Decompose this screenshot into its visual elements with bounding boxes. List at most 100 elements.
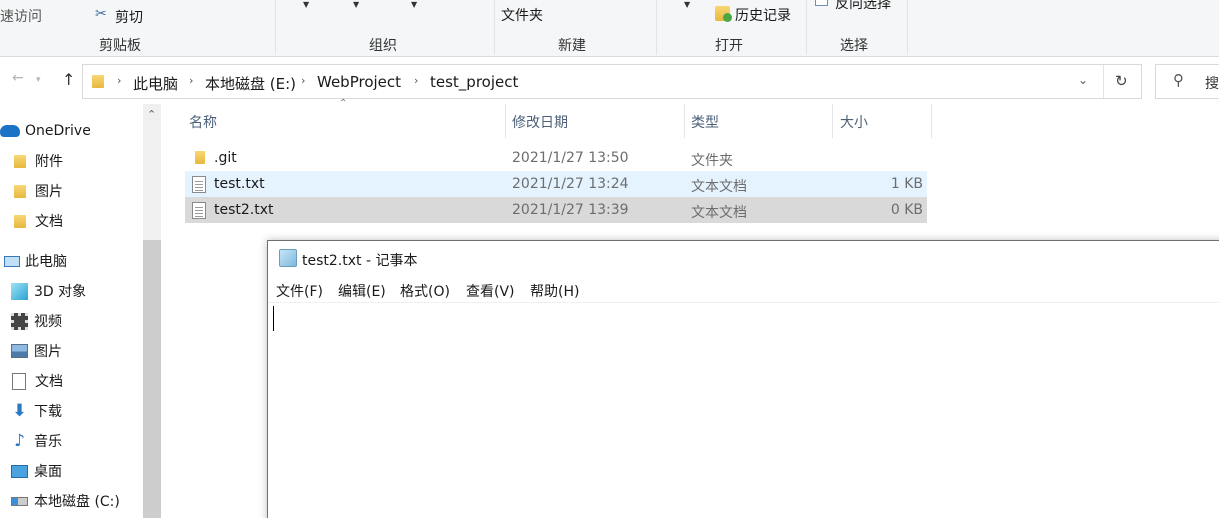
- drive-icon: [11, 496, 28, 506]
- notepad-window[interactable]: test2.txt - 记事本 文件(F) 编辑(E) 格式(O) 查看(V) …: [267, 240, 1219, 518]
- breadcrumb-drive-e[interactable]: 本地磁盘 (E:): [205, 73, 296, 94]
- delete-dropdown-icon[interactable]: ▼: [411, 0, 417, 9]
- sidebar-item-desktop[interactable]: 桌面: [11, 456, 62, 486]
- file-row-git[interactable]: .git 2021/1/27 13:50 文件夹: [185, 145, 927, 171]
- history-check-icon: [723, 13, 732, 22]
- sidebar-item-label: 文档: [35, 374, 63, 390]
- quick-access-label[interactable]: 速访问: [0, 6, 42, 26]
- sidebar-item-local-disk-c[interactable]: 本地磁盘 (C:): [11, 486, 120, 516]
- breadcrumb-this-pc[interactable]: 此电脑: [133, 73, 178, 94]
- history-button[interactable]: 历史记录: [735, 5, 791, 25]
- picture-icon: [11, 344, 28, 358]
- folder-icon: [14, 214, 26, 228]
- sidebar-item-3d-objects[interactable]: 3D 对象: [11, 276, 86, 306]
- ribbon-divider: [806, 0, 807, 55]
- sidebar-item-label: 本地磁盘 (C:): [34, 494, 120, 510]
- column-divider[interactable]: [684, 104, 685, 138]
- document-icon: [12, 372, 26, 390]
- organize-group-label: 组织: [369, 38, 397, 54]
- address-bar[interactable]: › 此电脑 › 本地磁盘 (E:) › WebProject › test_pr…: [82, 64, 1142, 99]
- folder-icon: [92, 75, 104, 88]
- sidebar-item-videos[interactable]: 视频: [11, 306, 62, 336]
- sidebar-item-label: 此电脑: [25, 254, 67, 270]
- menu-file[interactable]: 文件(F): [276, 281, 323, 301]
- column-header-size[interactable]: 大小: [840, 112, 868, 132]
- breadcrumb-chevron-icon[interactable]: ›: [301, 74, 305, 87]
- chevron-down-icon[interactable]: ⌄: [1078, 73, 1088, 87]
- folder-icon: [14, 184, 26, 198]
- file-name: .git: [214, 150, 237, 166]
- menu-help[interactable]: 帮助(H): [530, 281, 579, 301]
- file-row-test2-txt[interactable]: test2.txt 2021/1/27 13:39 文本文档 0 KB: [185, 197, 927, 223]
- breadcrumb-chevron-icon[interactable]: ›: [414, 74, 418, 87]
- file-name: test.txt: [214, 176, 265, 192]
- address-divider: [1103, 65, 1104, 98]
- sidebar-item-label: 文档: [35, 214, 63, 230]
- sidebar-item-label: 视频: [34, 314, 62, 330]
- copy-to-dropdown-icon[interactable]: ▼: [353, 0, 359, 9]
- search-input[interactable]: 搜: [1205, 73, 1219, 93]
- column-header-name[interactable]: 名称: [189, 112, 217, 132]
- folder-icon: [14, 154, 26, 168]
- sidebar-item-label: 图片: [34, 344, 62, 360]
- ribbon-divider: [275, 0, 276, 55]
- sidebar-item-music[interactable]: ♪ 音乐: [11, 426, 62, 456]
- menu-view[interactable]: 查看(V): [466, 281, 515, 301]
- text-file-icon: [192, 176, 206, 193]
- breadcrumb-webproject[interactable]: WebProject: [317, 73, 401, 91]
- up-arrow-icon[interactable]: ↑: [62, 70, 75, 89]
- refresh-icon[interactable]: ↻: [1115, 72, 1128, 90]
- new-group-label: 新建: [558, 38, 586, 54]
- menu-format[interactable]: 格式(O): [400, 281, 450, 301]
- sidebar-scroll-thumb[interactable]: [143, 240, 161, 518]
- sidebar-item-label: 下载: [34, 404, 62, 420]
- sidebar-item-label: OneDrive: [25, 123, 91, 139]
- file-type: 文件夹: [691, 153, 733, 169]
- column-header-type[interactable]: 类型: [691, 112, 719, 132]
- breadcrumb-chevron-icon[interactable]: ›: [117, 74, 121, 87]
- cube-icon: [11, 282, 28, 300]
- file-modified: 2021/1/27 13:24: [512, 176, 629, 192]
- file-size: 0 KB: [890, 202, 923, 218]
- cut-button[interactable]: 剪切: [115, 7, 143, 27]
- column-divider[interactable]: [931, 104, 932, 138]
- search-icon: ⚲: [1173, 71, 1184, 89]
- sidebar-item-onedrive[interactable]: OneDrive: [0, 116, 91, 146]
- back-arrow-icon[interactable]: ←: [12, 70, 24, 86]
- column-divider[interactable]: [505, 104, 506, 138]
- sidebar-item-pictures[interactable]: 图片: [11, 336, 62, 366]
- music-note-icon: ♪: [14, 431, 25, 451]
- file-size: 1 KB: [890, 176, 923, 192]
- ribbon-divider: [494, 0, 495, 55]
- ribbon-divider: [656, 0, 657, 55]
- select-group-label: 选择: [840, 38, 868, 54]
- recent-dropdown-icon[interactable]: ▾: [36, 75, 41, 85]
- new-folder-button[interactable]: 文件夹: [501, 5, 543, 25]
- invert-select-button[interactable]: 反向选择: [835, 0, 891, 13]
- scroll-up-arrow-icon[interactable]: ⌃: [147, 108, 156, 121]
- column-divider[interactable]: [832, 104, 833, 138]
- sidebar-item-pictures-onedrive[interactable]: 图片: [14, 176, 63, 206]
- open-group-label: 打开: [715, 38, 743, 54]
- sidebar-item-label: 附件: [35, 154, 63, 170]
- sidebar-item-downloads[interactable]: ⬇ 下载: [11, 396, 62, 426]
- breadcrumb-chevron-icon[interactable]: ›: [189, 74, 193, 87]
- file-row-test-txt[interactable]: test.txt 2021/1/27 13:24 文本文档 1 KB: [185, 171, 927, 197]
- sidebar-item-documents[interactable]: 文档: [12, 366, 63, 396]
- sidebar-item-documents-onedrive[interactable]: 文档: [14, 206, 63, 236]
- search-box[interactable]: ⚲ 搜: [1155, 64, 1219, 99]
- file-name: test2.txt: [214, 202, 274, 218]
- text-file-icon: [192, 202, 206, 219]
- sidebar-item-attachments[interactable]: 附件: [14, 146, 63, 176]
- sidebar-item-this-pc[interactable]: 此电脑: [4, 246, 67, 276]
- sort-ascending-icon: ⌃: [339, 98, 348, 109]
- column-header-modified[interactable]: 修改日期: [512, 112, 568, 132]
- move-to-dropdown-icon[interactable]: ▼: [303, 0, 309, 9]
- open-dropdown-icon[interactable]: ▼: [684, 0, 690, 9]
- text-editor-area[interactable]: [268, 303, 1219, 518]
- download-arrow-icon: ⬇: [12, 401, 27, 421]
- menu-edit[interactable]: 编辑(E): [338, 281, 386, 301]
- folder-icon: [195, 151, 205, 164]
- sidebar-item-label: 图片: [35, 184, 63, 200]
- breadcrumb-test-project[interactable]: test_project: [430, 73, 518, 91]
